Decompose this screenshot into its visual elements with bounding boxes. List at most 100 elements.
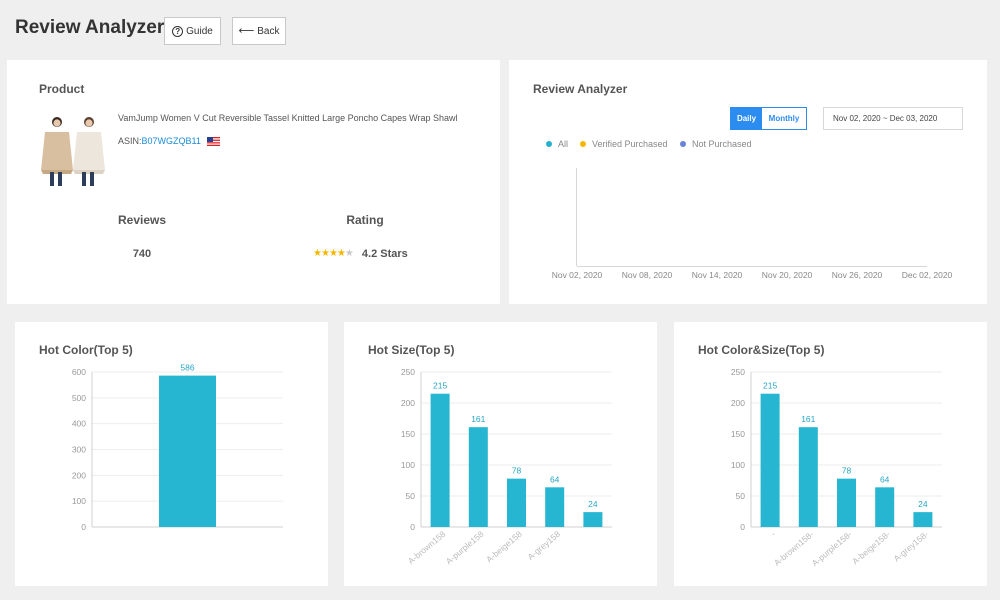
legend-label-not-purchased: Not Purchased <box>692 139 752 149</box>
period-toggle: Daily Monthly <box>730 107 807 130</box>
question-circle-icon: ? <box>172 25 184 37</box>
rating-value-group: ★★★★★ 4.2 Stars <box>313 248 453 260</box>
bar-value-label: 586 <box>180 363 194 373</box>
x-tick-label: A-beige158- <box>850 529 892 567</box>
reviews-label: Reviews <box>117 213 167 227</box>
asin-link[interactable]: B07WGZQB11 <box>142 136 201 146</box>
back-button[interactable]: ⟵ Back <box>232 17 286 45</box>
legend-item-not-purchased[interactable]: Not Purchased <box>680 139 752 149</box>
x-tick-label: A-brown158- <box>772 529 816 568</box>
arrow-left-icon: ⟵ <box>238 25 255 37</box>
y-tick-label: 100 <box>72 496 86 506</box>
bar[interactable] <box>545 487 565 527</box>
top-bar: Review Analyzer ? Guide ⟵ Back <box>0 0 1000 58</box>
legend-item-all[interactable]: All <box>546 139 568 149</box>
y-tick-label: 250 <box>401 367 415 377</box>
analyzer-x-tick: Nov 26, 2020 <box>831 270 883 280</box>
x-tick-label: A-grey158 <box>526 529 563 562</box>
y-tick-label: 0 <box>81 522 86 532</box>
analyzer-x-tick: Nov 14, 2020 <box>691 270 743 280</box>
bar[interactable] <box>875 487 895 527</box>
guide-button-label: Guide <box>186 25 213 37</box>
bar-value-label: 161 <box>471 414 485 424</box>
bar-value-label: 64 <box>880 474 890 484</box>
analyzer-x-tick: Dec 02, 2020 <box>901 270 953 280</box>
y-tick-label: 100 <box>731 460 745 470</box>
us-flag-icon <box>206 136 220 146</box>
x-tick-label: - <box>769 529 778 539</box>
analyzer-x-axis <box>577 266 927 267</box>
page-title: Review Analyzer <box>15 17 165 38</box>
y-tick-label: 0 <box>410 522 415 532</box>
bar-value-label: 78 <box>512 466 522 476</box>
y-tick-label: 300 <box>72 445 86 455</box>
analyzer-card-title: Review Analyzer <box>533 82 628 96</box>
bar-value-label: 24 <box>918 499 928 509</box>
date-range-picker[interactable]: Nov 02, 2020 ~ Dec 03, 2020 <box>823 107 963 130</box>
bar-value-label: 215 <box>433 381 447 391</box>
y-tick-label: 100 <box>401 460 415 470</box>
y-tick-label: 400 <box>72 419 86 429</box>
legend-label-verified: Verified Purchased <box>592 139 668 149</box>
y-tick-label: 200 <box>72 470 86 480</box>
bar-value-label: 24 <box>588 499 598 509</box>
bar[interactable] <box>159 375 216 527</box>
hot-colorsize-card: Hot Color&Size(Top 5) 0 50 100 150 200 250 215… <box>674 322 987 586</box>
review-analyzer-card: Review Analyzer Daily Monthly Nov 02, 20… <box>509 60 987 304</box>
asin-label: ASIN: <box>118 136 142 146</box>
bar[interactable] <box>430 393 450 527</box>
monthly-toggle-button[interactable]: Monthly <box>762 108 806 129</box>
legend-item-verified[interactable]: Verified Purchased <box>580 139 668 149</box>
y-tick-label: 250 <box>731 367 745 377</box>
legend-dot-verified <box>580 141 586 147</box>
y-tick-label: 600 <box>72 367 86 377</box>
bar[interactable] <box>468 427 488 527</box>
bar[interactable] <box>583 512 603 527</box>
bar[interactable] <box>837 478 856 527</box>
y-tick-label: 0 <box>740 522 745 532</box>
x-tick-label: A-beige158 <box>484 529 524 565</box>
bar[interactable] <box>913 512 933 527</box>
x-tick-label: A-purple158- <box>810 529 854 568</box>
hot-color-chart: 0 100 200 300 400 500 600 586 <box>72 363 283 532</box>
product-name: VamJump Women V Cut Reversible Tassel Kn… <box>118 113 458 123</box>
hot-colorsize-chart: 0 50 100 150 200 250 215 - 161 A-brown158- 78 A-pur… <box>731 367 942 568</box>
y-tick-label: 200 <box>401 398 415 408</box>
legend-label-all: All <box>558 139 569 149</box>
x-tick-label: A-purple158 <box>444 529 486 567</box>
analyzer-y-axis <box>576 168 577 266</box>
asin-row: ASIN: B07WGZQB11 <box>118 136 220 146</box>
daily-toggle-button[interactable]: Daily <box>731 108 762 129</box>
hot-size-chart: 0 50 100 150 200 250 215 A-brown158 161 A-purple1… <box>401 367 612 567</box>
product-image[interactable] <box>37 112 109 188</box>
y-tick-label: 50 <box>736 491 746 501</box>
rating-label: Rating <box>346 213 384 227</box>
x-tick-label: A-grey158- <box>892 529 931 564</box>
legend-dot-not-purchased <box>680 141 686 147</box>
bar-value-label: 64 <box>550 474 560 484</box>
reviews-value: 740 <box>132 248 152 260</box>
y-tick-label: 500 <box>72 393 86 403</box>
y-tick-label: 200 <box>731 398 745 408</box>
bar[interactable] <box>798 427 818 527</box>
x-tick-label: A-brown158 <box>406 529 448 566</box>
guide-button[interactable]: ? Guide <box>164 17 221 45</box>
hot-color-card: Hot Color(Top 5) 0 100 200 300 400 500 600 586 <box>15 322 328 586</box>
y-tick-label: 150 <box>731 429 745 439</box>
analyzer-x-tick: Nov 08, 2020 <box>621 270 673 280</box>
y-tick-label: 150 <box>401 429 415 439</box>
product-card: Product VamJump Women V Cut Reversible T… <box>7 60 500 304</box>
rating-value: 4.2 Stars <box>361 248 408 260</box>
analyzer-x-tick: Nov 20, 2020 <box>761 270 813 280</box>
bar[interactable] <box>760 393 780 527</box>
bar-value-label: 161 <box>801 414 815 424</box>
back-button-label: Back <box>257 25 280 37</box>
y-tick-label: 50 <box>406 491 416 501</box>
legend-dot-all <box>546 141 552 147</box>
hot-size-card: Hot Size(Top 5) 0 50 100 150 200 250 215 A-brow… <box>344 322 657 586</box>
bar-value-label: 215 <box>763 381 777 391</box>
bar[interactable] <box>507 478 526 527</box>
star-rating-icon: ★★★★★ <box>313 248 354 259</box>
product-card-title: Product <box>39 82 85 96</box>
analyzer-x-tick: Nov 02, 2020 <box>551 270 603 280</box>
